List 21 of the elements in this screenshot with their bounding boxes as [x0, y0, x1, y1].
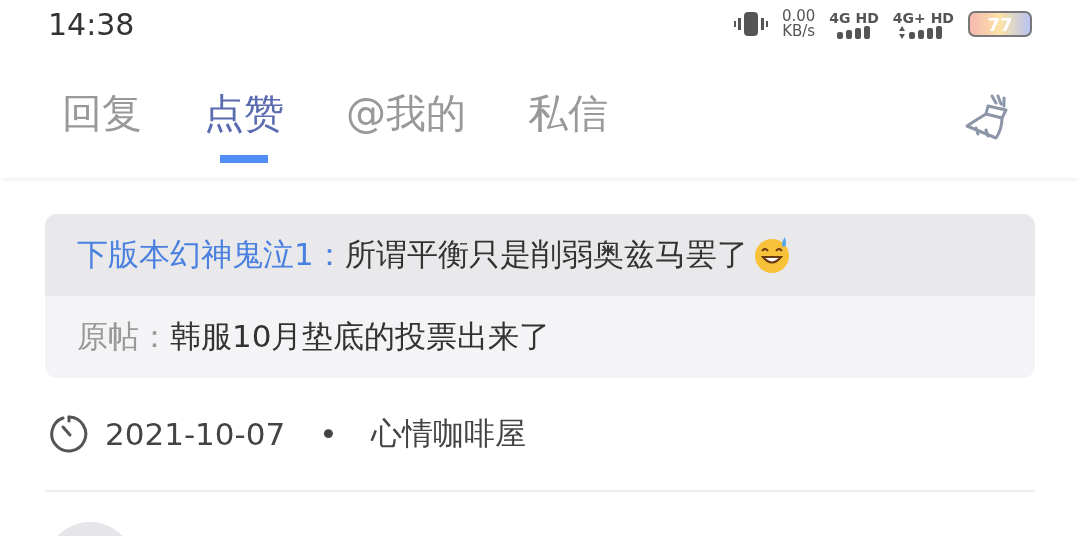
author-link[interactable]: 下版本幻神鬼泣1： [77, 234, 345, 276]
original-post-title[interactable]: 韩服10月垫底的投票出来了 [170, 316, 551, 358]
original-post-label: 原帖： [77, 317, 170, 356]
clock-time: 14:38 [48, 6, 136, 42]
clock-icon [49, 414, 89, 454]
post-date: 2021-10-07 [105, 416, 286, 452]
tab[interactable]: 私信 [528, 86, 608, 188]
tab[interactable]: @我的 [346, 86, 466, 188]
comment-text: 所谓平衡只是削弱奥兹马罢了 [344, 235, 748, 274]
speed-unit: KB/s [782, 24, 816, 39]
forum-name[interactable]: 心情咖啡屋 [371, 413, 527, 455]
separator-dot: • [319, 416, 338, 452]
network-label: 4G HD [829, 9, 879, 26]
tab[interactable]: 点赞 [204, 86, 284, 188]
battery-level-text: 77 [987, 13, 1013, 35]
tab[interactable]: 回复 [62, 86, 142, 188]
network-label: 4G+ HD [892, 9, 954, 26]
signal-icon [837, 25, 872, 39]
liked-comment-card[interactable]: 下版本幻神鬼泣1：所谓平衡只是削弱奥兹马罢了 原帖：韩服10月垫底的投票出来了 [45, 214, 1035, 378]
speed-value: 0.00 [781, 9, 816, 24]
vibrate-icon [733, 10, 768, 38]
